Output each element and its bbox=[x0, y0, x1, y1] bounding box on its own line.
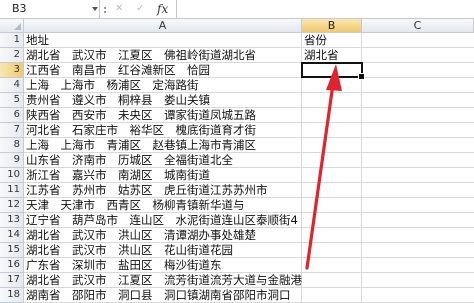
table-row: 3 江西省 南昌市 红谷滩新区 恰园 bbox=[0, 63, 474, 78]
cell-a[interactable]: 湖北省 武汉市 洪山区 清谭湖办事处雄楚 bbox=[24, 228, 302, 243]
cell-b[interactable] bbox=[302, 288, 362, 303]
table-row: 12 天津 天津市 西青区 杨柳青镇新华道与 bbox=[0, 198, 474, 213]
cell-b[interactable] bbox=[302, 123, 362, 138]
row-header[interactable]: 12 bbox=[0, 198, 24, 213]
table-row: 4 上海 上海市 杨浦区 定海路街 bbox=[0, 78, 474, 93]
cell-c[interactable] bbox=[362, 78, 474, 93]
cell-c[interactable] bbox=[362, 288, 474, 303]
row-header[interactable]: 18 bbox=[0, 288, 24, 303]
row-header[interactable]: 14 bbox=[0, 228, 24, 243]
cell-c[interactable] bbox=[362, 108, 474, 123]
cell-c[interactable] bbox=[362, 198, 474, 213]
cell-b[interactable] bbox=[302, 63, 362, 78]
cell-a[interactable]: 上海 上海市 杨浦区 定海路街 bbox=[24, 78, 302, 93]
cell-c[interactable] bbox=[362, 138, 474, 153]
resize-handle-icon[interactable] bbox=[104, 7, 106, 9]
cell-c[interactable] bbox=[362, 48, 474, 63]
table-row: 18 湖南省 邵阳市 洞口县 洞口镇湖南省邵阳市洞口 bbox=[0, 288, 474, 303]
cell-a[interactable]: 辽宁省 葫芦岛市 连山区 水泥街道连山区泰顺街4 bbox=[24, 213, 302, 228]
cell-c[interactable] bbox=[362, 228, 474, 243]
enter-icon[interactable]: ✓ bbox=[136, 0, 144, 18]
cell-b[interactable] bbox=[302, 213, 362, 228]
cell-c[interactable] bbox=[362, 153, 474, 168]
table-row: 9 山东省 济南市 历城区 全福街道北全 bbox=[0, 153, 474, 168]
cell-c[interactable] bbox=[362, 213, 474, 228]
table-row: 10 浙江省 嘉兴市 南湖区 城南街道 bbox=[0, 168, 474, 183]
select-all-button[interactable] bbox=[0, 19, 24, 33]
cell-a[interactable]: 天津 天津市 西青区 杨柳青镇新华道与 bbox=[24, 198, 302, 213]
cell-b[interactable] bbox=[302, 243, 362, 258]
row-header[interactable]: 6 bbox=[0, 108, 24, 123]
cancel-icon[interactable]: ✕ bbox=[115, 0, 123, 18]
row-header[interactable]: 8 bbox=[0, 138, 24, 153]
cell-c[interactable] bbox=[362, 183, 474, 198]
cell-a[interactable]: 地址 bbox=[24, 33, 302, 48]
chevron-down-icon[interactable] bbox=[92, 7, 98, 11]
row-header[interactable]: 4 bbox=[0, 78, 24, 93]
cell-a[interactable]: 湖北省 武汉市 洪山区 花山街道花园 bbox=[24, 243, 302, 258]
formula-bar-divider bbox=[176, 0, 177, 18]
cell-b[interactable] bbox=[302, 93, 362, 108]
cell-a[interactable]: 山东省 济南市 历城区 全福街道北全 bbox=[24, 153, 302, 168]
column-header-a[interactable]: A bbox=[24, 19, 302, 33]
row-header[interactable]: 7 bbox=[0, 123, 24, 138]
cell-a[interactable]: 上海 上海市 青浦区 赵巷镇上海市青浦区 bbox=[24, 138, 302, 153]
formula-bar: B3 ✕ ✓ fx bbox=[0, 0, 474, 19]
cell-a[interactable]: 河北省 石家庄市 裕华区 槐底街道育才街 bbox=[24, 123, 302, 138]
row-header[interactable]: 1 bbox=[0, 33, 24, 48]
row-header[interactable]: 11 bbox=[0, 183, 24, 198]
cell-c[interactable] bbox=[362, 258, 474, 273]
cell-c[interactable] bbox=[362, 168, 474, 183]
cell-b[interactable] bbox=[302, 183, 362, 198]
row-header[interactable]: 13 bbox=[0, 213, 24, 228]
cell-c[interactable] bbox=[362, 63, 474, 78]
table-row: 7 河北省 石家庄市 裕华区 槐底街道育才街 bbox=[0, 123, 474, 138]
table-row: 13 辽宁省 葫芦岛市 连山区 水泥街道连山区泰顺街4 bbox=[0, 213, 474, 228]
row-header[interactable]: 5 bbox=[0, 93, 24, 108]
row-header[interactable]: 10 bbox=[0, 168, 24, 183]
cell-a[interactable]: 广东省 深圳市 盐田区 梅沙街道东 bbox=[24, 258, 302, 273]
cell-c[interactable] bbox=[362, 33, 474, 48]
table-row: 8 上海 上海市 青浦区 赵巷镇上海市青浦区 bbox=[0, 138, 474, 153]
cell-a[interactable]: 江西省 南昌市 红谷滩新区 恰园 bbox=[24, 63, 302, 78]
column-header-c[interactable]: C bbox=[362, 19, 474, 33]
row-header[interactable]: 16 bbox=[0, 258, 24, 273]
column-header-b[interactable]: B bbox=[302, 19, 362, 33]
cell-a[interactable]: 浙江省 嘉兴市 南湖区 城南街道 bbox=[24, 168, 302, 183]
table-row: 6 陕西省 西安市 未央区 谭家街道凤城五路 bbox=[0, 108, 474, 123]
cell-b[interactable] bbox=[302, 138, 362, 153]
cell-b[interactable] bbox=[302, 168, 362, 183]
cell-c[interactable] bbox=[362, 93, 474, 108]
cell-b[interactable]: 湖北省 bbox=[302, 48, 362, 63]
name-box[interactable]: B3 bbox=[0, 0, 100, 18]
insert-function-button[interactable]: fx bbox=[157, 0, 168, 18]
cell-c[interactable] bbox=[362, 123, 474, 138]
cell-a[interactable]: 江苏省 苏州市 姑苏区 虎丘街道江苏苏州市 bbox=[24, 183, 302, 198]
cell-b[interactable] bbox=[302, 108, 362, 123]
row-header[interactable]: 3 bbox=[0, 63, 24, 78]
table-row: 15 湖北省 武汉市 洪山区 花山街道花园 bbox=[0, 243, 474, 258]
cell-b[interactable]: 省份 bbox=[302, 33, 362, 48]
cell-c[interactable] bbox=[362, 243, 474, 258]
row-header[interactable]: 2 bbox=[0, 48, 24, 63]
table-row: 14 湖北省 武汉市 洪山区 清谭湖办事处雄楚 bbox=[0, 228, 474, 243]
cell-a[interactable]: 贵州省 遵义市 桐梓县 娄山关镇 bbox=[24, 93, 302, 108]
cell-b[interactable] bbox=[302, 228, 362, 243]
cell-b[interactable] bbox=[302, 258, 362, 273]
table-row: 2 湖北省 武汉市 江夏区 佛祖岭街道湖北省 湖北省 bbox=[0, 48, 474, 63]
row-header[interactable]: 15 bbox=[0, 243, 24, 258]
table-row: 16 广东省 深圳市 盐田区 梅沙街道东 bbox=[0, 258, 474, 273]
cell-b[interactable] bbox=[302, 153, 362, 168]
table-row: 5 贵州省 遵义市 桐梓县 娄山关镇 bbox=[0, 93, 474, 108]
cell-b[interactable] bbox=[302, 198, 362, 213]
table-row: 11 江苏省 苏州市 姑苏区 虎丘街道江苏苏州市 bbox=[0, 183, 474, 198]
select-all-icon bbox=[14, 23, 21, 30]
cell-a[interactable]: 湖北省 武汉市 江夏区 佛祖岭街道湖北省 bbox=[24, 48, 302, 63]
cell-a[interactable]: 湖南省 邵阳市 洞口县 洞口镇湖南省邵阳市洞口 bbox=[24, 288, 302, 303]
cell-a[interactable]: 陕西省 西安市 未央区 谭家街道凤城五路 bbox=[24, 108, 302, 123]
row-header[interactable]: 9 bbox=[0, 153, 24, 168]
cell-b[interactable] bbox=[302, 78, 362, 93]
name-box-value: B3 bbox=[12, 2, 27, 15]
table-row: 1 地址 省份 bbox=[0, 33, 474, 48]
